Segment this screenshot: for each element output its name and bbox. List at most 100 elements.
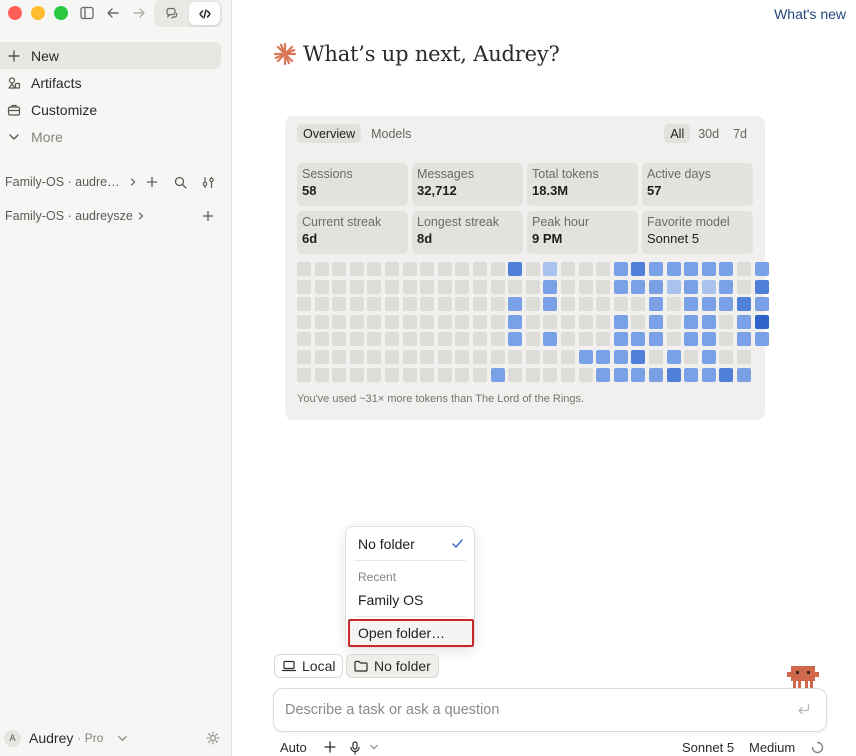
- menu-item-family-os[interactable]: Family OS: [358, 592, 423, 608]
- effort-selector[interactable]: Medium: [749, 740, 795, 755]
- search-icon[interactable]: [172, 174, 188, 190]
- filter-sliders-icon[interactable]: [200, 174, 216, 190]
- sidebar-item-new[interactable]: New: [0, 42, 221, 69]
- plus-icon[interactable]: [200, 208, 216, 224]
- heatmap-cell: [596, 332, 610, 346]
- chevron-right-icon[interactable]: [133, 208, 149, 224]
- code-mode-button[interactable]: [189, 2, 220, 25]
- heatmap-cell: [367, 297, 381, 311]
- chevron-down-icon: [117, 733, 128, 744]
- loading-sun-icon[interactable]: [206, 731, 220, 745]
- heatmap-cell: [684, 332, 698, 346]
- heatmap-cell: [755, 280, 769, 294]
- heatmap-cell: [684, 297, 698, 311]
- heatmap-cell: [315, 368, 329, 382]
- heatmap-cell: [543, 332, 557, 346]
- heatmap-cell: [667, 315, 681, 329]
- project-row[interactable]: Family-OS · audreysze: [5, 206, 221, 226]
- chevron-right-icon[interactable]: [125, 174, 141, 190]
- heatmap-cell: [297, 315, 311, 329]
- heatmap-cell: [684, 350, 698, 364]
- heatmap-cell: [543, 262, 557, 276]
- environment-label: Local: [302, 658, 336, 674]
- sidebar-item-more[interactable]: More: [0, 123, 221, 150]
- heatmap-cell: [385, 350, 399, 364]
- heatmap-cell: [614, 350, 628, 364]
- heatmap-cell: [719, 297, 733, 311]
- heatmap-cell: [526, 297, 540, 311]
- heatmap-cell: [596, 297, 610, 311]
- auto-mode-button[interactable]: Auto: [280, 740, 307, 755]
- user-menu[interactable]: A Audrey · Pro: [4, 726, 228, 750]
- heatmap-cell: [543, 315, 557, 329]
- heatmap-cell: [614, 280, 628, 294]
- menu-divider: [354, 560, 466, 561]
- forward-arrow-icon[interactable]: [130, 4, 148, 22]
- chat-mode-button[interactable]: [156, 2, 187, 25]
- task-input[interactable]: Describe a task or ask a question: [273, 688, 827, 732]
- folder-chip[interactable]: No folder: [346, 654, 439, 678]
- sidebar-toggle-icon[interactable]: [78, 4, 96, 22]
- folder-icon: [354, 660, 368, 672]
- heatmap-cell: [755, 262, 769, 276]
- heatmap-cell: [403, 350, 417, 364]
- back-arrow-icon[interactable]: [104, 4, 122, 22]
- mode-toggle: [154, 0, 222, 27]
- heatmap-cell: [455, 332, 469, 346]
- model-selector[interactable]: Sonnet 5: [682, 740, 734, 755]
- heatmap-cell: [491, 368, 505, 382]
- heatmap-cell: [332, 262, 346, 276]
- heatmap-cell: [755, 315, 769, 329]
- plus-icon[interactable]: [324, 741, 336, 753]
- heatmap-cell: [403, 297, 417, 311]
- stats-tabs: Overview Models: [297, 124, 417, 143]
- environment-chip[interactable]: Local: [274, 654, 344, 678]
- heatmap-cell: [737, 280, 751, 294]
- minimize-window-button[interactable]: [31, 6, 45, 20]
- heatmap-cell: [315, 297, 329, 311]
- zoom-window-button[interactable]: [54, 6, 68, 20]
- heatmap-cell: [491, 315, 505, 329]
- heatmap-cell: [755, 332, 769, 346]
- stat-value: 6d: [302, 231, 318, 246]
- chevron-down-icon[interactable]: [369, 742, 379, 752]
- heatmap-cell: [561, 262, 575, 276]
- close-window-button[interactable]: [8, 6, 22, 20]
- stat-value: 32,712: [417, 183, 457, 198]
- heatmap-cell: [737, 368, 751, 382]
- plus-icon[interactable]: [144, 174, 160, 190]
- heatmap-cell: [420, 315, 434, 329]
- heatmap-cell: [367, 262, 381, 276]
- heatmap-cell: [350, 262, 364, 276]
- heatmap-cell: [561, 315, 575, 329]
- heatmap-cell: [508, 332, 522, 346]
- sidebar-item-artifacts[interactable]: Artifacts: [0, 69, 221, 96]
- heatmap-cell: [579, 280, 593, 294]
- enter-key-icon[interactable]: [797, 703, 810, 715]
- heatmap-cell: [438, 262, 452, 276]
- range-30d[interactable]: 30d: [692, 124, 725, 143]
- menu-item-no-folder[interactable]: No folder: [358, 536, 415, 552]
- heatmap-cell: [526, 368, 540, 382]
- microphone-icon[interactable]: [349, 741, 361, 755]
- heatmap-cell: [596, 350, 610, 364]
- tab-models[interactable]: Models: [365, 124, 417, 143]
- project-name: Family-OS · audreysze: [5, 209, 133, 223]
- heatmap-cell: [455, 262, 469, 276]
- heatmap-cell: [297, 297, 311, 311]
- stat-tile-active-days: Active days 57: [642, 163, 753, 206]
- menu-item-open-folder[interactable]: Open folder…: [358, 625, 445, 641]
- heatmap-cell: [473, 280, 487, 294]
- heatmap-cell: [719, 315, 733, 329]
- tab-overview[interactable]: Overview: [297, 124, 362, 143]
- heatmap-cell: [455, 350, 469, 364]
- sidebar-item-customize[interactable]: Customize: [0, 96, 221, 123]
- range-all[interactable]: All: [664, 124, 691, 143]
- range-7d[interactable]: 7d: [727, 124, 753, 143]
- heatmap-cell: [315, 315, 329, 329]
- project-row[interactable]: Family-OS · audre…: [5, 172, 221, 192]
- task-input-placeholder: Describe a task or ask a question: [285, 702, 500, 718]
- spinner-icon: [811, 741, 824, 754]
- whats-new-link[interactable]: What's new: [774, 6, 846, 22]
- heatmap-cell: [385, 262, 399, 276]
